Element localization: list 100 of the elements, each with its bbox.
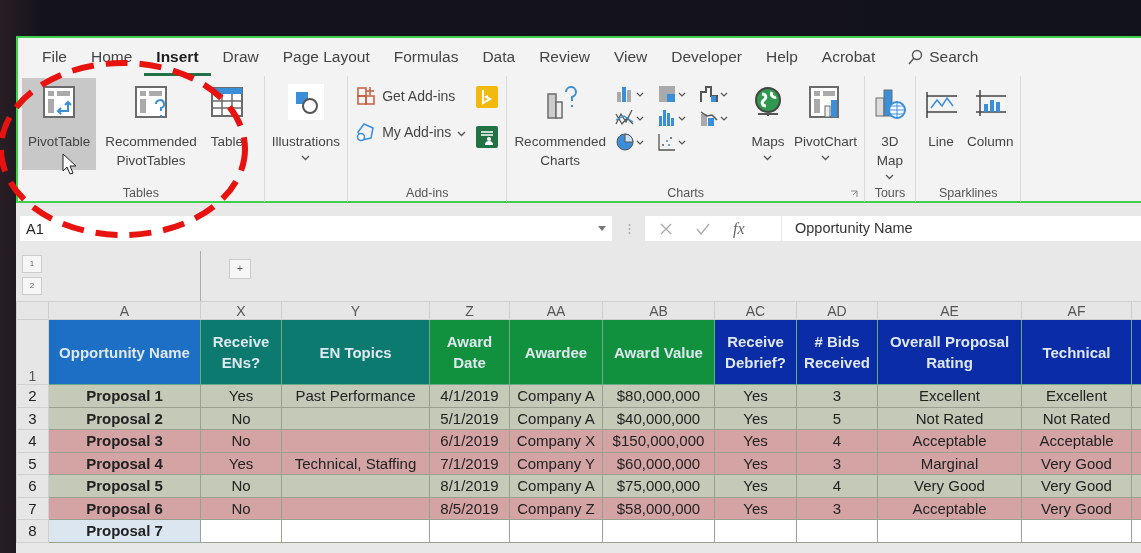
table-cell: Marginal xyxy=(877,452,1022,475)
people-graph-icon xyxy=(476,126,499,148)
search-icon xyxy=(907,49,924,65)
ribbon-button[interactable]: Get Add-ins xyxy=(356,86,467,106)
table-cell xyxy=(1131,452,1141,475)
column-header[interactable]: AE xyxy=(877,301,1022,320)
expand-button[interactable]: + xyxy=(229,259,251,279)
table-cell: Proposal 7 xyxy=(48,519,201,542)
ribbon-button[interactable]: Maps xyxy=(746,78,789,170)
ribbon-tab[interactable]: Acrobat xyxy=(809,38,888,76)
search-label: Search xyxy=(929,48,979,66)
insert-function-button[interactable]: fx xyxy=(733,219,745,238)
column-heading: # Bids Received xyxy=(796,319,878,385)
add-ins-grid-icon xyxy=(356,86,377,106)
chevron-down-icon xyxy=(820,155,830,161)
scatter-chart-icon[interactable] xyxy=(656,132,687,152)
table-cell: Very Good xyxy=(877,474,1022,497)
column-header[interactable]: AA xyxy=(509,301,603,320)
table-cell: Proposal 6 xyxy=(48,497,201,520)
dropdown-icon xyxy=(598,226,606,231)
recommended-pivot-icon xyxy=(133,84,170,120)
waterfall-icon[interactable] xyxy=(698,84,729,104)
row-number[interactable]: 2 xyxy=(16,384,49,407)
ribbon-tab[interactable]: Formulas xyxy=(381,38,471,76)
table-cell: $40,000,000 xyxy=(602,407,715,430)
ribbon-tab[interactable]: Page Layout xyxy=(270,38,382,76)
ribbon-button[interactable]: Illustrations xyxy=(268,78,344,170)
table-cell xyxy=(1131,474,1141,497)
ribbon-tab[interactable]: Data xyxy=(470,38,528,76)
ribbon-button[interactable]: Recommended Charts xyxy=(511,78,609,174)
check-icon xyxy=(695,221,711,236)
mouse-pointer-icon xyxy=(62,153,76,175)
column-header[interactable]: Y xyxy=(281,301,430,320)
shapes-icon xyxy=(288,84,324,120)
hexagon-icon xyxy=(356,122,377,142)
table-cell: Not Rated xyxy=(877,407,1022,430)
row-number[interactable]: 1 xyxy=(16,319,49,385)
ribbon-button[interactable]: My Add-ins xyxy=(356,122,467,142)
search-box[interactable]: Search xyxy=(895,38,991,76)
chevron-down-icon xyxy=(763,155,773,161)
table-cell xyxy=(1131,384,1141,407)
ribbon-tab[interactable]: Insert xyxy=(144,38,211,76)
row-number[interactable]: 3 xyxy=(16,407,49,430)
ribbon-button[interactable]: PivotChart xyxy=(790,78,860,170)
ribbon-button[interactable]: PivotTable xyxy=(22,78,97,170)
ribbon-tab[interactable]: Review xyxy=(527,38,602,76)
table-cell: Proposal 5 xyxy=(48,474,201,497)
column-header[interactable]: AF xyxy=(1021,301,1132,320)
outline-level-button[interactable]: 1 xyxy=(22,255,42,273)
column-header[interactable]: Z xyxy=(429,301,510,320)
column-heading: Overall Proposal Rating xyxy=(877,319,1022,385)
name-box[interactable]: A1 xyxy=(20,216,612,241)
column-header[interactable]: X xyxy=(200,301,282,320)
table-cell: Technical, Staffing xyxy=(281,452,430,475)
cancel-icon xyxy=(659,221,673,236)
chevron-down-icon xyxy=(457,131,467,137)
column-header[interactable]: AD xyxy=(796,301,878,320)
table-cell xyxy=(1131,429,1141,452)
table-cell: Proposal 4 xyxy=(48,452,201,475)
column-heading: Receive Debrief? xyxy=(714,319,797,385)
treemap-icon[interactable] xyxy=(656,84,687,104)
ribbon-button[interactable]: Table xyxy=(205,78,248,170)
group-label: Tours xyxy=(874,186,906,200)
outline-level-button[interactable]: 2 xyxy=(22,277,42,295)
column-heading: Opportunity Name xyxy=(48,319,201,385)
group-label: Sparklines xyxy=(939,186,998,200)
column-heading: EN Topics xyxy=(281,319,430,385)
histogram-icon[interactable] xyxy=(656,108,687,128)
table-cell: $60,000,000 xyxy=(602,452,715,475)
table-cell: Acceptable xyxy=(877,497,1022,520)
combo-chart-icon[interactable] xyxy=(698,108,729,128)
row-number[interactable]: 4 xyxy=(16,429,49,452)
ribbon-tab[interactable]: File xyxy=(30,38,79,76)
dialog-launcher-icon[interactable] xyxy=(849,190,858,198)
ribbon-button[interactable]: Recommended PivotTables xyxy=(102,78,200,174)
ribbon-tab[interactable]: Help xyxy=(753,38,810,76)
column-header[interactable]: A xyxy=(48,301,201,320)
table-cell: Excellent xyxy=(877,384,1022,407)
chevron-down-icon xyxy=(301,155,311,161)
column-heading: Award Value xyxy=(602,319,715,385)
group-label: Add-ins xyxy=(406,186,449,200)
row-number[interactable]: 7 xyxy=(16,497,49,520)
ribbon-button[interactable]: Column xyxy=(963,78,1017,170)
search-engine-icon xyxy=(476,86,499,108)
chevron-down-icon xyxy=(885,174,895,180)
pie-chart-icon[interactable] xyxy=(614,132,645,152)
ribbon-button[interactable]: 3D Map xyxy=(868,78,911,184)
column-chart-icon[interactable] xyxy=(614,84,645,104)
ribbon-tab[interactable]: Developer xyxy=(659,38,754,76)
row-number[interactable]: 5 xyxy=(16,452,49,475)
column-heading: Awardee xyxy=(509,319,603,385)
ribbon-tab[interactable]: View xyxy=(601,38,660,76)
row-number[interactable]: 6 xyxy=(16,474,49,497)
column-header[interactable]: AB xyxy=(602,301,715,320)
column-header[interactable]: AC xyxy=(714,301,797,320)
row-number[interactable]: 8 xyxy=(16,519,49,542)
table-cell: Proposal 2 xyxy=(48,407,201,430)
ribbon-button[interactable]: Line xyxy=(919,78,962,170)
ribbon-tab[interactable]: Draw xyxy=(210,38,271,76)
formula-field[interactable]: Opportunity Name xyxy=(782,216,1141,241)
